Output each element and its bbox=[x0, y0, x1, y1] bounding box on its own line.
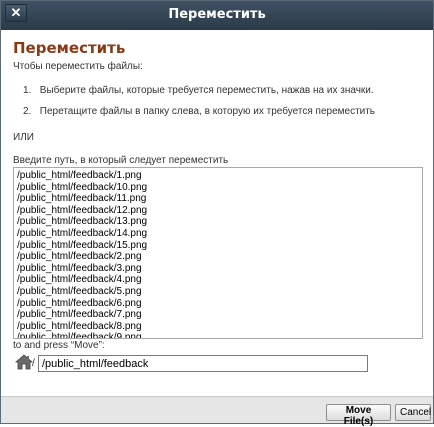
instruction-item: 1. Выберите файлы, которые требуется пер… bbox=[23, 84, 375, 105]
move-files-button[interactable]: Move File(s) bbox=[326, 404, 391, 427]
file-path-line: /public_html/feedback/15.png bbox=[17, 239, 148, 251]
dialog-title: Переместить bbox=[168, 7, 266, 22]
home-icon[interactable] bbox=[15, 354, 33, 370]
instruction-text: Выберите файлы, которые требуется переме… bbox=[39, 85, 374, 96]
file-path-line: /public_html/feedback/7.png bbox=[17, 309, 142, 321]
file-path-line: /public_html/feedback/4.png bbox=[17, 274, 142, 286]
move-hint: to and press “Move”: bbox=[13, 340, 105, 351]
file-path-line: /public_html/feedback/6.png bbox=[17, 297, 142, 309]
instruction-list: 1. Выберите файлы, которые требуется пер… bbox=[23, 84, 375, 126]
destination-path-input[interactable] bbox=[38, 355, 368, 372]
file-path-line: /public_html/feedback/11.png bbox=[17, 193, 147, 205]
file-path-line: /public_html/feedback/14.png bbox=[17, 227, 148, 239]
file-path-line: /public_html/feedback/12.png bbox=[17, 204, 148, 216]
instruction-number: 2. bbox=[23, 106, 32, 117]
file-path-line: /public_html/feedback/2.png bbox=[17, 251, 142, 263]
file-path-line: /public_html/feedback/5.png bbox=[17, 285, 142, 297]
file-path-line: /public_html/feedback/13.png bbox=[17, 216, 148, 228]
instruction-number: 1. bbox=[23, 85, 32, 96]
move-dialog: ✕ Переместить Переместить Чтобы перемест… bbox=[0, 0, 434, 427]
file-path-line: /public_html/feedback/8.png bbox=[17, 320, 142, 332]
path-separator: / bbox=[32, 358, 35, 369]
instruction-text: Перетащите файлы в папку слева, в котору… bbox=[39, 106, 376, 117]
intro-text: Чтобы переместить файлы: bbox=[13, 61, 143, 72]
file-path-line: /public_html/feedback/9.png bbox=[17, 332, 142, 339]
path-label: Введите путь, в который следует перемест… bbox=[13, 155, 229, 166]
file-path-line: /public_html/feedback/3.png bbox=[17, 262, 142, 274]
selected-files-textarea[interactable]: /public_html/feedback/1.png/public_html/… bbox=[13, 167, 423, 339]
or-label: ИЛИ bbox=[13, 132, 34, 143]
dialog-footer: Move File(s) Cancel bbox=[1, 396, 433, 427]
title-bar: ✕ Переместить bbox=[1, 1, 433, 30]
page-title: Переместить bbox=[13, 39, 126, 57]
file-path-line: /public_html/feedback/1.png bbox=[17, 170, 142, 181]
dialog-body: Переместить Чтобы переместить файлы: 1. … bbox=[1, 30, 433, 396]
instruction-item: 2. Перетащите файлы в папку слева, в кот… bbox=[23, 105, 375, 126]
cancel-button[interactable]: Cancel bbox=[395, 404, 431, 421]
file-path-line: /public_html/feedback/10.png bbox=[17, 181, 148, 193]
